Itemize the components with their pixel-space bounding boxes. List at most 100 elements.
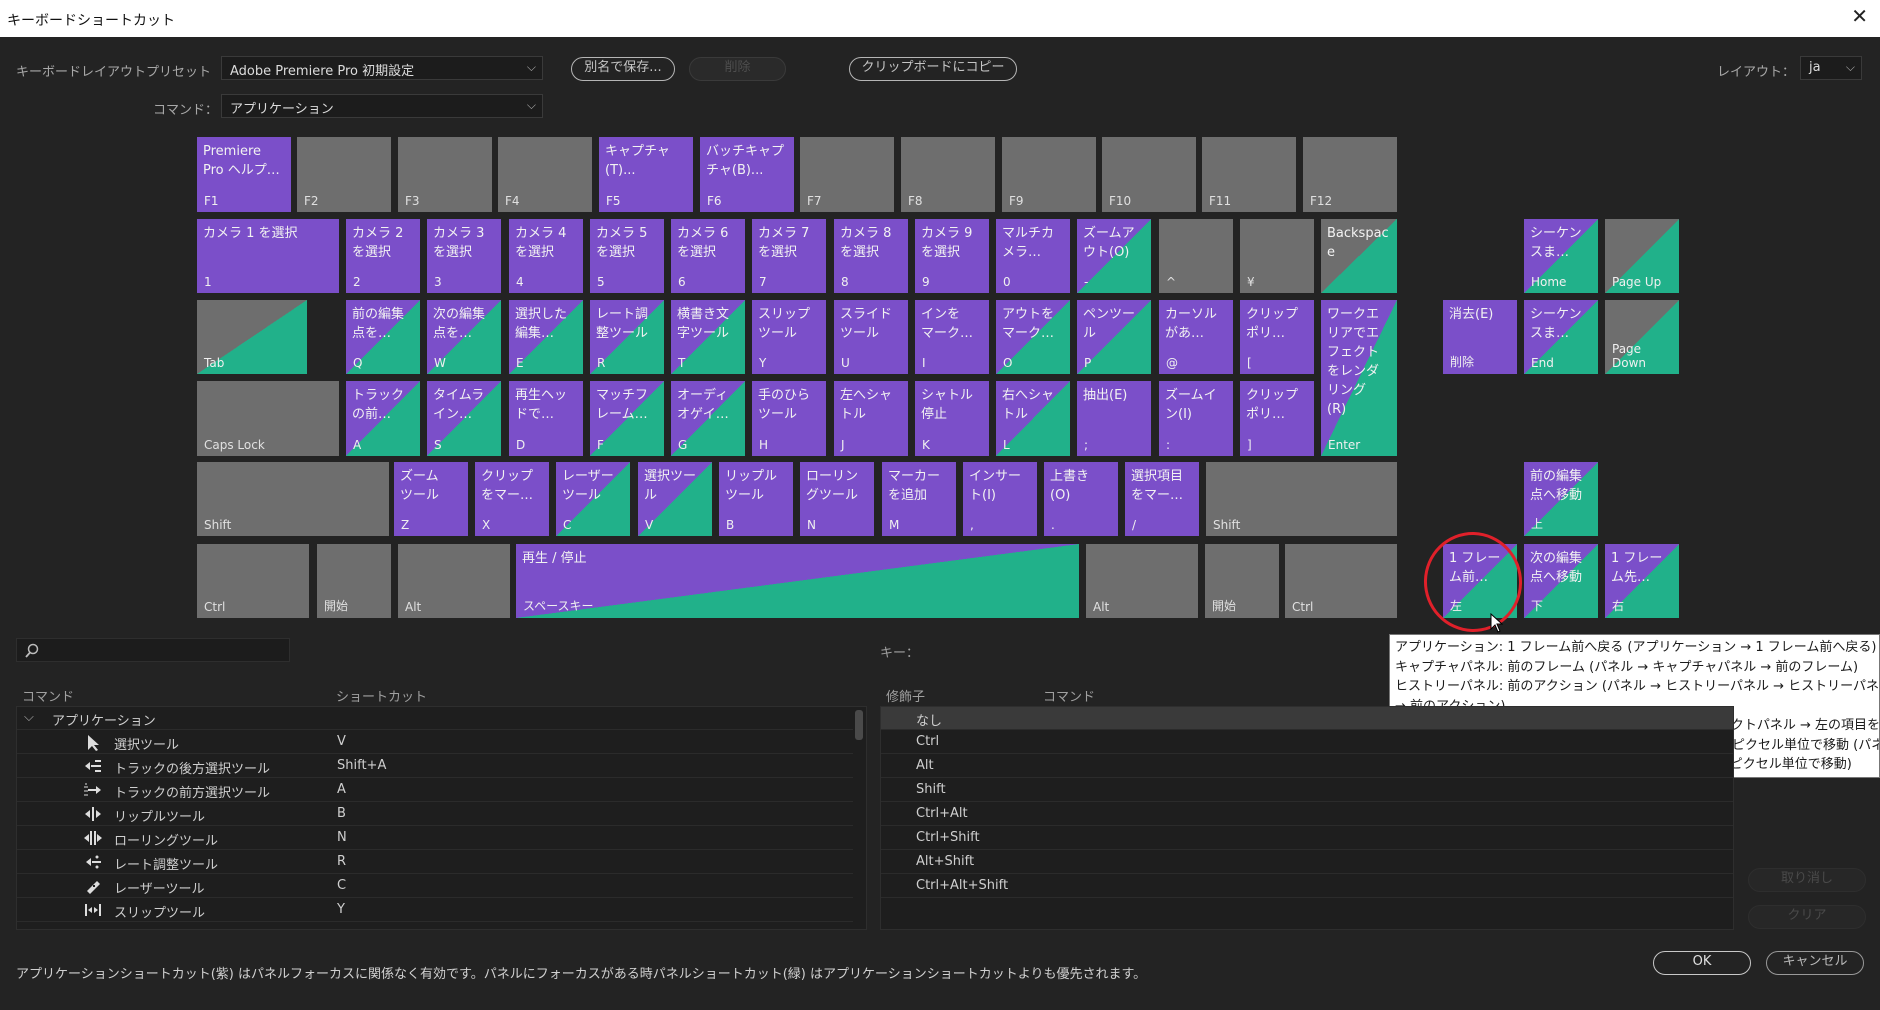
key-d[interactable]: 再生ヘッ ドで… D xyxy=(509,381,583,456)
key-i[interactable]: インを マーク… I xyxy=(915,300,989,374)
table-row[interactable]: レーザーツール C xyxy=(17,875,853,898)
key-f5[interactable]: キャプチャ (T)... F5 xyxy=(599,137,693,212)
key-m[interactable]: マーカー を追加 M xyxy=(882,462,956,536)
key-alt[interactable]: Alt xyxy=(398,544,510,618)
key-f[interactable]: マッチフ レーム… F xyxy=(590,381,664,456)
key-y[interactable]: スリップ ツール Y xyxy=(752,300,826,374)
modifier-row[interactable]: Alt xyxy=(881,755,1733,778)
close-icon[interactable]: ✕ xyxy=(1851,6,1868,26)
key-tab[interactable]: Tab xyxy=(197,300,307,374)
modifier-row[interactable]: なし xyxy=(881,707,1733,730)
key-8[interactable]: カメラ 8 を選択 8 xyxy=(834,219,908,293)
key-backspace[interactable]: Backspac e xyxy=(1321,219,1397,293)
table-row[interactable]: リップルツール B xyxy=(17,803,853,826)
key-alt[interactable]: Alt xyxy=(1086,544,1198,618)
modifier-row[interactable]: Ctrl+Shift xyxy=(881,827,1733,850)
key-e[interactable]: 選択した 編集… E xyxy=(509,300,583,374)
key-w[interactable]: 次の編集 点を… W xyxy=(427,300,501,374)
key-7[interactable]: カメラ 7 を選択 7 xyxy=(752,219,826,293)
key-開始[interactable]: 開始 xyxy=(317,544,391,618)
key-6[interactable]: カメラ 6 を選択 6 xyxy=(671,219,745,293)
key-:[interactable]: ズームイ ン(I): xyxy=(1159,381,1233,456)
key-h[interactable]: 手のひら ツール H xyxy=(752,381,826,456)
key-u[interactable]: スライド ツール U xyxy=(834,300,908,374)
key-s[interactable]: タイムラ イン… S xyxy=(427,381,501,456)
key-f1[interactable]: Premiere Pro ヘルプ… F1 xyxy=(197,137,291,212)
key-enter[interactable]: ワークエ リアでエ フェクト をレンダ リング (R) Enter xyxy=(1321,300,1397,456)
key-c[interactable]: レーザー ツール C xyxy=(556,462,630,536)
key-f4[interactable]: F4 xyxy=(498,137,592,212)
key-2[interactable]: カメラ 2 を選択 2 xyxy=(346,219,420,293)
commands-scrollbar[interactable] xyxy=(855,710,863,740)
ok-button[interactable]: OK xyxy=(1653,951,1751,975)
key-^[interactable]: ^ xyxy=(1159,219,1233,293)
key-¥[interactable]: ¥ xyxy=(1240,219,1314,293)
key-ctrl[interactable]: Ctrl xyxy=(1285,544,1397,618)
key-l[interactable]: 右へシャ トル L xyxy=(996,381,1070,456)
key-f6[interactable]: バッチキャプ チャ(B)... F6 xyxy=(700,137,794,212)
cancel-button[interactable]: キャンセル xyxy=(1766,951,1864,975)
key-n[interactable]: ローリン グツール N xyxy=(800,462,874,536)
key-f12[interactable]: F12 xyxy=(1303,137,1397,212)
key-t[interactable]: 横書き文 字ツール T xyxy=(671,300,745,374)
key-k[interactable]: シャトル 停止 K xyxy=(915,381,989,456)
key-f3[interactable]: F3 xyxy=(398,137,492,212)
key-page-down[interactable]: Page Down xyxy=(1605,300,1679,374)
key-a[interactable]: トラック の前… A xyxy=(346,381,420,456)
modifier-row[interactable]: Ctrl+Alt+Shift xyxy=(881,875,1733,898)
key-shift[interactable]: Shift xyxy=(1206,462,1397,536)
key-end[interactable]: シーケン スま… End xyxy=(1524,300,1598,374)
layout-dropdown[interactable]: ja ⌵ xyxy=(1800,56,1862,80)
key-r[interactable]: レート調 整ツール R xyxy=(590,300,664,374)
table-row[interactable]: レート調整ツール R xyxy=(17,851,853,874)
clear-button[interactable]: クリア xyxy=(1748,905,1866,929)
key-右[interactable]: 1 フレー ム先… 右 xyxy=(1605,544,1679,618)
search-input[interactable] xyxy=(16,638,290,662)
key-f9[interactable]: F9 xyxy=(1002,137,1096,212)
save-as-button[interactable]: 別名で保存... xyxy=(571,57,675,81)
key-4[interactable]: カメラ 4 を選択 4 xyxy=(509,219,583,293)
key-caps-lock[interactable]: Caps Lock xyxy=(197,381,339,456)
key-f8[interactable]: F8 xyxy=(901,137,995,212)
key-g[interactable]: オーディ オゲイ… G xyxy=(671,381,745,456)
key-page-up[interactable]: Page Up xyxy=(1605,219,1679,293)
key-3[interactable]: カメラ 3 を選択 3 xyxy=(427,219,501,293)
delete-preset-button[interactable]: 削除 xyxy=(689,57,786,81)
key-v[interactable]: 選択ツー ル V xyxy=(638,462,712,536)
key-.[interactable]: 上書き (O). xyxy=(1044,462,1118,536)
key-/[interactable]: 選択項目 をマー… / xyxy=(1125,462,1199,536)
key-9[interactable]: カメラ 9 を選択 9 xyxy=(915,219,989,293)
key-j[interactable]: 左へシャ トル J xyxy=(834,381,908,456)
key-;[interactable]: 抽出(E); xyxy=(1077,381,1151,456)
key-z[interactable]: ズーム ツール Z xyxy=(394,462,468,536)
key-p[interactable]: ペンツー ル P xyxy=(1077,300,1151,374)
key-削除[interactable]: 消去(E) 削除 xyxy=(1443,300,1517,374)
key-@[interactable]: カーソル があ… @ xyxy=(1159,300,1233,374)
command-dropdown[interactable]: アプリケーション ⌵ xyxy=(221,94,543,118)
table-row[interactable]: スリップツール Y xyxy=(17,899,853,922)
copy-to-clipboard-button[interactable]: クリップボードにコピー xyxy=(849,57,1017,81)
key-上[interactable]: 前の編集 点へ移動上 xyxy=(1524,462,1598,536)
key-0[interactable]: マルチカ メラ… 0 xyxy=(996,219,1070,293)
table-row[interactable]: 選択ツール V xyxy=(17,731,853,754)
key-ctrl[interactable]: Ctrl xyxy=(197,544,309,618)
key-開始[interactable]: 開始 xyxy=(1205,544,1279,618)
key-5[interactable]: カメラ 5 を選択 5 xyxy=(590,219,664,293)
key-o[interactable]: アウトを マーク… O xyxy=(996,300,1070,374)
key-][interactable]: クリップ ポリ…] xyxy=(1240,381,1314,456)
key-b[interactable]: リップル ツール B xyxy=(719,462,793,536)
command-group-application[interactable]: ⌵ アプリケーション xyxy=(17,707,853,730)
key-shift[interactable]: Shift xyxy=(197,462,389,536)
modifier-row[interactable]: Ctrl+Alt xyxy=(881,803,1733,826)
preset-dropdown[interactable]: Adobe Premiere Pro 初期設定 ⌵ xyxy=(221,56,543,80)
key-f2[interactable]: F2 xyxy=(297,137,391,212)
key-,[interactable]: インサー ト(I), xyxy=(963,462,1037,536)
key-スペースキー[interactable]: 再生 / 停止 スペースキー xyxy=(516,544,1079,618)
undo-button[interactable]: 取り消し xyxy=(1748,868,1866,892)
key-q[interactable]: 前の編集 点を… Q xyxy=(346,300,420,374)
key-[[interactable]: クリップ ポリ… [ xyxy=(1240,300,1314,374)
key-x[interactable]: クリップ をマー… X xyxy=(475,462,549,536)
table-row[interactable]: トラックの後方選択ツール Shift+A xyxy=(17,755,853,778)
key--[interactable]: ズームア ウト(O) - xyxy=(1077,219,1151,293)
table-row[interactable]: ローリングツール N xyxy=(17,827,853,850)
